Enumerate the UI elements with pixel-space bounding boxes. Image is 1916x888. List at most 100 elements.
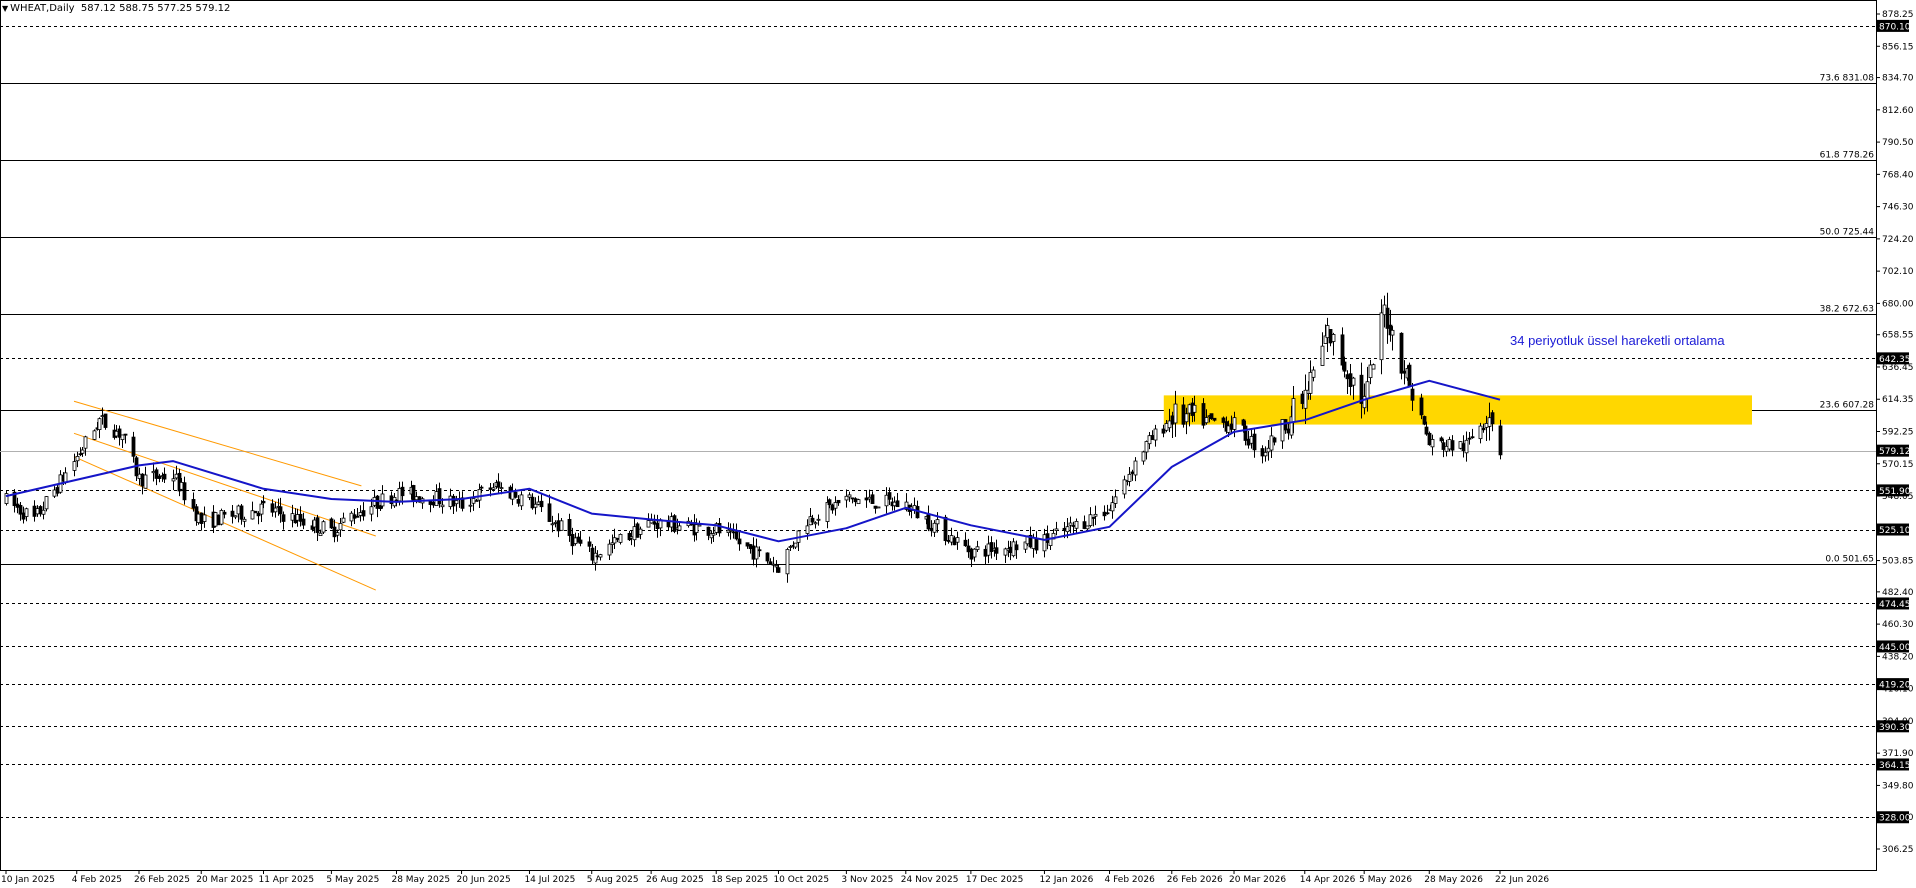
price-label: 419.20	[1879, 681, 1911, 691]
candle-body	[1478, 425, 1483, 440]
candle-body	[1071, 525, 1076, 527]
candle-body	[32, 505, 37, 517]
candle-body	[1450, 440, 1455, 451]
candle-body	[1368, 364, 1373, 379]
candle-body	[1008, 546, 1013, 554]
candle-body	[629, 536, 634, 539]
date-axis[interactable]: 10 Jan 2025 4 Feb 2025 26 Feb 2025 20 Mar 2…	[0, 870, 1876, 885]
candle-body	[793, 542, 798, 548]
candle-body	[994, 547, 999, 554]
candle-body	[632, 526, 637, 541]
candle-body	[179, 481, 184, 490]
price-label: 525.10	[1879, 526, 1911, 536]
candle-body	[1439, 437, 1444, 442]
chart-window[interactable]: 73.6 831.08 61.8 778.26 50.0 725.44 38.2 67…	[0, 0, 1916, 888]
price-axis[interactable]: 878.25 856.15 834.70 812.60 790.50 768.40 746.…	[1876, 0, 1914, 870]
chart-canvas[interactable]: 73.6 831.08 61.8 778.26 50.0 725.44 38.2 67…	[0, 0, 1916, 888]
candle-body	[471, 498, 476, 504]
candle-body	[52, 489, 57, 497]
candle-body	[431, 501, 436, 506]
candle-body	[338, 523, 343, 531]
price-tick-label: 570.15	[1882, 460, 1914, 470]
candle-body	[1365, 381, 1370, 399]
candle-body	[78, 453, 83, 456]
candle-body	[1031, 537, 1036, 549]
price-tick-label: 371.90	[1882, 749, 1914, 759]
price-tick-label: 834.70	[1882, 74, 1914, 84]
date-tick-label: 5 May 2026	[1359, 875, 1412, 885]
candle-body	[199, 512, 204, 524]
candle-body	[171, 478, 176, 482]
candle-body	[615, 537, 620, 540]
candle-body	[652, 521, 657, 525]
dropdown-triangle-icon[interactable]: ▼	[2, 4, 8, 13]
candle-body	[114, 430, 119, 437]
candle-body	[946, 539, 951, 542]
price-tick-label: 680.00	[1882, 299, 1914, 309]
candle-body	[1144, 441, 1149, 453]
candle-body	[123, 433, 128, 436]
candle-body	[24, 508, 29, 517]
candle-body	[731, 531, 736, 534]
candle-body	[97, 418, 102, 430]
candle-body	[1342, 361, 1347, 372]
candle-body	[202, 514, 207, 522]
candle-body	[926, 513, 931, 530]
candle-body	[1232, 417, 1237, 430]
candle-body	[595, 555, 600, 558]
price-label: 328.00	[1879, 814, 1911, 824]
price-tick-label: 768.40	[1882, 170, 1914, 180]
candle-body	[895, 500, 900, 508]
candle-body	[157, 475, 162, 479]
candle-body	[1181, 404, 1186, 425]
candle-body	[1484, 423, 1489, 428]
candle-body	[256, 512, 261, 517]
candle-body	[1266, 447, 1271, 453]
candle-body	[131, 436, 136, 457]
candle-body	[864, 497, 869, 501]
candle-body	[375, 495, 380, 509]
candle-body	[312, 519, 317, 528]
candle-body	[813, 522, 818, 525]
candle-body	[239, 505, 244, 520]
candle-body	[1402, 370, 1407, 374]
candle-body	[536, 501, 541, 505]
candle-body	[1068, 522, 1073, 526]
candle-body	[1458, 441, 1463, 449]
price-label: 579.12	[1879, 447, 1911, 457]
candle-body	[771, 563, 776, 566]
candle-body	[1444, 445, 1449, 452]
candle-body	[242, 518, 247, 522]
candle-body	[850, 497, 855, 500]
date-tick-label: 28 May 2026	[1424, 875, 1483, 885]
candle-body	[1325, 325, 1330, 339]
candle-body	[1243, 425, 1248, 441]
fib-label: 23.6 607.28	[1820, 401, 1875, 411]
candle-body	[768, 561, 773, 565]
candle-body	[335, 532, 340, 536]
candle-body	[1167, 420, 1172, 429]
candle-body	[496, 481, 501, 488]
candle-body	[295, 514, 300, 521]
candle-body	[774, 565, 779, 568]
plot-frame	[0, 0, 1877, 871]
candle-body	[1091, 517, 1096, 519]
candle-body	[1422, 416, 1427, 425]
price-tick-label: 658.55	[1882, 331, 1914, 341]
candle-body	[321, 521, 326, 533]
fib-label: 73.6 831.08	[1820, 74, 1875, 84]
resistance-zone-layer	[1163, 395, 1752, 425]
candle-body	[120, 434, 125, 441]
candle-body	[491, 487, 496, 490]
candle-body	[1340, 334, 1345, 366]
candle-body	[728, 529, 733, 532]
candle-body	[785, 549, 790, 575]
price-tick-label: 503.85	[1882, 557, 1914, 567]
candle-body	[1311, 369, 1316, 378]
candle-body	[810, 517, 815, 523]
price-tick-label: 482.40	[1882, 588, 1914, 598]
candle-body	[929, 527, 934, 532]
candle-body	[479, 486, 484, 489]
price-tick-label: 460.30	[1882, 620, 1914, 630]
price-tick-label: 592.25	[1882, 428, 1914, 438]
